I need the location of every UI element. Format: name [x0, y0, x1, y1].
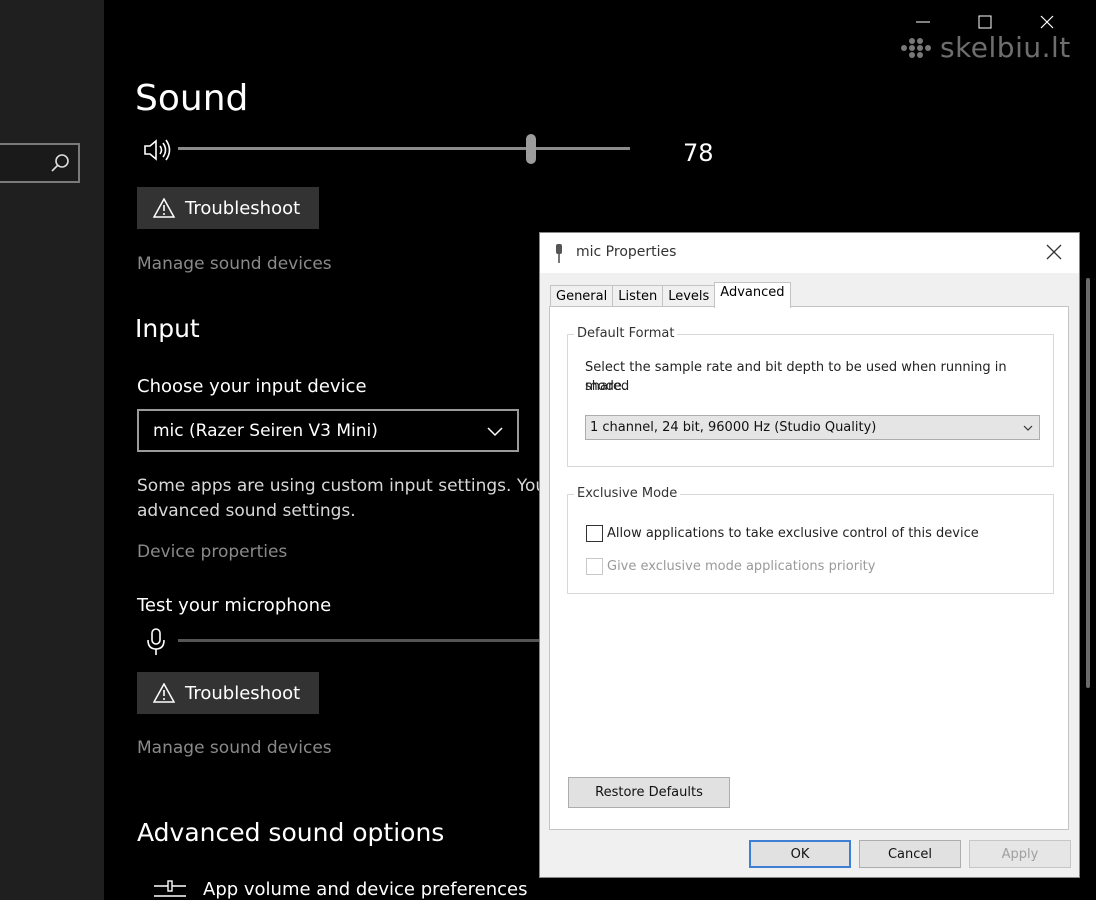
search-icon: [51, 154, 69, 172]
settings-scrollbar[interactable]: [1086, 278, 1090, 688]
chevron-down-icon: [487, 427, 503, 437]
microphone-icon: [556, 244, 562, 263]
warning-icon: [153, 683, 175, 703]
manage-input-devices-link[interactable]: Manage sound devices: [137, 738, 332, 758]
test-microphone-label: Test your microphone: [137, 595, 332, 616]
manage-sound-devices-link[interactable]: Manage sound devices: [137, 254, 332, 274]
app-volume-link[interactable]: App volume and device preferences: [203, 879, 527, 900]
exclusive-priority-label: Give exclusive mode applications priorit…: [607, 559, 876, 574]
watermark: skelbiu.lt: [900, 31, 1071, 64]
navigation-pane: [0, 0, 104, 900]
troubleshoot-input-button[interactable]: Troubleshoot: [137, 672, 319, 714]
input-device-select[interactable]: mic (Razer Seiren V3 Mini): [137, 409, 519, 452]
microphone-icon: [147, 628, 165, 655]
exclusive-mode-group: Exclusive Mode Allow applications to tak…: [567, 486, 1054, 594]
allow-exclusive-label[interactable]: Allow applications to take exclusive con…: [607, 524, 979, 543]
default-format-description-line1: Select the sample rate and bit depth to …: [585, 360, 1007, 394]
exclusive-priority-checkbox: [586, 558, 603, 575]
dialog-title-bar: mic Properties: [540, 233, 1079, 273]
volume-slider-thumb[interactable]: [525, 134, 536, 164]
exclusive-mode-legend: Exclusive Mode: [574, 486, 681, 501]
minimize-icon: [916, 21, 930, 23]
restore-defaults-button[interactable]: Restore Defaults: [568, 777, 730, 808]
volume-value: 78: [683, 139, 714, 167]
choose-input-label: Choose your input device: [137, 376, 367, 397]
dialog-tabs: General Listen Levels Advanced: [550, 282, 791, 309]
chevron-down-icon: [1023, 425, 1033, 431]
apply-button: Apply: [969, 840, 1071, 868]
warning-icon: [153, 198, 175, 218]
troubleshoot-output-button[interactable]: Troubleshoot: [137, 187, 319, 229]
close-icon: [1040, 15, 1054, 29]
device-properties-link[interactable]: Device properties: [137, 542, 287, 562]
ok-button[interactable]: OK: [749, 840, 851, 868]
speaker-icon[interactable]: [143, 138, 173, 162]
mic-properties-dialog: mic Properties General Listen Levels Adv…: [539, 232, 1080, 878]
default-format-legend: Default Format: [574, 326, 678, 341]
advanced-tab-panel: Default Format Select the sample rate an…: [549, 306, 1069, 830]
advanced-section-title: Advanced sound options: [137, 818, 445, 847]
close-icon[interactable]: [1045, 243, 1063, 261]
input-info-line1: Some apps are using custom input setting…: [137, 476, 547, 496]
sliders-icon: [154, 880, 186, 897]
tab-advanced[interactable]: Advanced: [714, 282, 791, 308]
input-section-title: Input: [135, 314, 200, 343]
dialog-title: mic Properties: [576, 244, 677, 260]
search-box[interactable]: [0, 143, 80, 183]
maximize-icon: [978, 15, 992, 29]
watermark-text: skelbiu.lt: [940, 31, 1071, 64]
volume-slider-track[interactable]: [178, 147, 630, 150]
watermark-logo-icon: [901, 37, 931, 58]
mic-level-meter: [178, 639, 539, 642]
input-info-line2[interactable]: advanced sound settings.: [137, 499, 356, 524]
default-format-description-line2: mode.: [585, 379, 626, 394]
default-format-select[interactable]: 1 channel, 24 bit, 96000 Hz (Studio Qual…: [585, 415, 1040, 440]
cancel-button[interactable]: Cancel: [859, 840, 961, 868]
input-device-value: mic (Razer Seiren V3 Mini): [153, 420, 378, 441]
page-title: Sound: [135, 78, 249, 119]
default-format-value: 1 channel, 24 bit, 96000 Hz (Studio Qual…: [590, 420, 877, 435]
allow-exclusive-checkbox[interactable]: [586, 525, 603, 542]
default-format-group: Default Format Select the sample rate an…: [567, 326, 1054, 467]
